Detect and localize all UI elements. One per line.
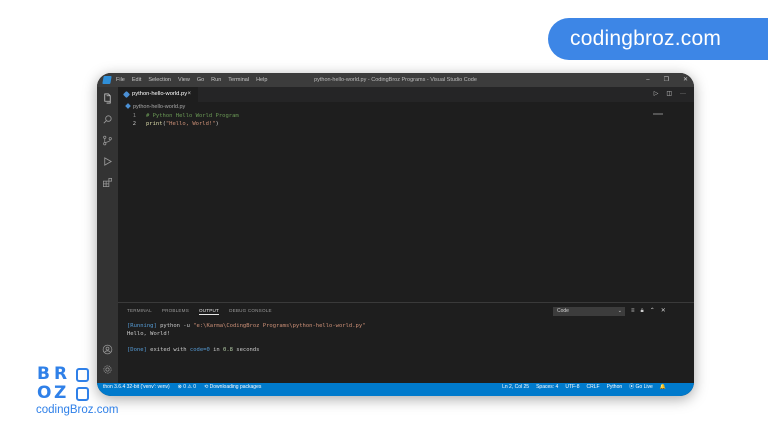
- source-control-icon[interactable]: [102, 135, 113, 146]
- python-file-icon: [122, 90, 131, 99]
- vscode-window: python-hello-world.py - CodingBroz Progr…: [97, 73, 694, 396]
- more-actions-icon[interactable]: ···: [680, 87, 686, 102]
- logo-letter-z: Z: [54, 383, 67, 403]
- notifications-bell-icon[interactable]: 🔔: [660, 383, 666, 391]
- minimize-icon[interactable]: –: [646, 73, 649, 87]
- menu-help[interactable]: Help: [256, 73, 267, 87]
- files-icon[interactable]: [102, 93, 113, 104]
- output-log: [Running] python -u "e:\Karma\CodingBroz…: [127, 322, 365, 354]
- activity-bar: [97, 87, 118, 383]
- done-text: exited with: [146, 347, 190, 353]
- close-icon[interactable]: ✕: [683, 73, 688, 87]
- close-panel-icon[interactable]: ✕: [661, 306, 666, 316]
- tab-label: python-hello-world.py: [132, 91, 188, 97]
- editor-tab-bar: python-hello-world.py × ▷ ◫ ···: [118, 87, 694, 102]
- code-editor[interactable]: 1 # Python Hello World Program 2 print("…: [118, 112, 694, 302]
- tab-terminal[interactable]: TERMINAL: [127, 308, 152, 315]
- exit-code: code=0: [189, 347, 210, 353]
- logo-letter-r: R: [54, 364, 68, 384]
- elapsed-seconds: 0.8: [223, 347, 233, 353]
- done-end: seconds: [232, 347, 260, 353]
- editor-actions: ▷ ◫ ···: [654, 87, 686, 102]
- code-paren-close: ): [215, 121, 219, 127]
- menu-terminal[interactable]: Terminal: [228, 73, 249, 87]
- breadcrumb[interactable]: python-hello-world.py: [118, 102, 694, 112]
- line-number: 1: [132, 113, 136, 119]
- brand-pill: codingbroz.com: [548, 18, 768, 60]
- encoding[interactable]: UTF-8: [565, 383, 579, 391]
- tab-close-icon[interactable]: ×: [187, 87, 191, 102]
- run-command: python -u: [156, 323, 194, 329]
- minimap[interactable]: [653, 113, 663, 115]
- done-tag: [Done]: [127, 347, 147, 353]
- broz-logo: B R O Z: [37, 366, 93, 406]
- menu-bar: File Edit Selection View Go Run Terminal…: [116, 73, 267, 87]
- cursor-position[interactable]: Ln 2, Col 25: [502, 383, 529, 391]
- menu-view[interactable]: View: [178, 73, 190, 87]
- extensions-icon[interactable]: [102, 177, 113, 188]
- search-icon[interactable]: [102, 114, 113, 125]
- tab-output[interactable]: OUTPUT: [198, 308, 220, 315]
- line-number: 2: [132, 121, 136, 127]
- clear-output-icon[interactable]: ≡: [631, 306, 635, 316]
- indentation[interactable]: Spaces: 4: [536, 383, 558, 391]
- menu-file[interactable]: File: [116, 73, 125, 87]
- breadcrumb-file: python-hello-world.py: [133, 104, 186, 110]
- menu-run[interactable]: Run: [211, 73, 221, 87]
- logo-box: [76, 387, 89, 401]
- problems-count[interactable]: ⊗ 0 ⚠ 0: [178, 383, 196, 391]
- chevron-down-icon: ⌄: [617, 308, 622, 314]
- status-left: thon 3.6.4 32-bit ('venv': venv) ⊗ 0 ⚠ 0…: [103, 383, 261, 391]
- language-mode[interactable]: Python: [607, 383, 623, 391]
- python-file-icon: [125, 103, 131, 109]
- title-bar: python-hello-world.py - CodingBroz Progr…: [97, 73, 694, 87]
- go-live-button[interactable]: ⦿ Go Live: [629, 383, 653, 391]
- split-editor-icon[interactable]: ◫: [666, 87, 672, 102]
- lock-scroll-icon[interactable]: 🔒︎: [641, 306, 644, 316]
- output-channel-value: Code: [557, 308, 569, 314]
- output-line: [Running] python -u "e:\Karma\CodingBroz…: [127, 322, 365, 330]
- tab-debug-console[interactable]: DEBUG CONSOLE: [229, 308, 272, 315]
- output-line: [Done] exited with code=0 in 0.8 seconds: [127, 346, 365, 354]
- python-interpreter[interactable]: thon 3.6.4 32-bit ('venv': venv): [103, 383, 170, 391]
- running-tag: [Running]: [127, 323, 157, 329]
- panel-actions: ≡ 🔒︎ ⌃ ✕: [631, 306, 666, 316]
- account-icon[interactable]: [102, 344, 113, 355]
- maximize-panel-icon[interactable]: ⌃: [650, 306, 655, 316]
- run-file-icon[interactable]: ▷: [654, 87, 659, 102]
- output-line-blank: [127, 338, 365, 346]
- output-channel-select[interactable]: Code ⌄: [553, 307, 625, 316]
- window-controls: – ❐ ✕: [646, 73, 688, 87]
- end-of-line[interactable]: CRLF: [587, 383, 600, 391]
- logo-box: [76, 368, 89, 382]
- footer-url: codingBroz.com: [36, 404, 119, 416]
- logo-letter-o: O: [37, 383, 52, 403]
- menu-go[interactable]: Go: [197, 73, 204, 87]
- code-line: 1 # Python Hello World Program: [118, 112, 618, 120]
- code-line: 2 print("Hello, World!"): [118, 120, 618, 128]
- download-status: ⟲ Downloading packages: [204, 384, 262, 390]
- code-string: "Hello, World!": [165, 121, 216, 127]
- menu-edit[interactable]: Edit: [132, 73, 141, 87]
- code-print-statement: print("Hello, World!"): [146, 120, 219, 128]
- status-right: Ln 2, Col 25 Spaces: 4 UTF-8 CRLF Python…: [502, 383, 666, 391]
- output-line: Hello, World!: [127, 331, 171, 337]
- panel-tabs: TERMINAL PROBLEMS OUTPUT DEBUG CONSOLE: [127, 308, 272, 315]
- bottom-panel: TERMINAL PROBLEMS OUTPUT DEBUG CONSOLE C…: [118, 302, 694, 383]
- menu-selection[interactable]: Selection: [148, 73, 171, 87]
- code-comment: # Python Hello World Program: [146, 113, 239, 119]
- code-function: print: [146, 121, 163, 127]
- run-debug-icon[interactable]: [102, 156, 113, 167]
- status-bar: thon 3.6.4 32-bit ('venv': venv) ⊗ 0 ⚠ 0…: [97, 383, 694, 396]
- restore-icon[interactable]: ❐: [664, 73, 669, 87]
- done-in: in: [209, 347, 224, 353]
- tab-problems[interactable]: PROBLEMS: [162, 308, 189, 315]
- logo-letter-b: B: [37, 364, 50, 384]
- run-file-path: "e:\Karma\CodingBroz Programs\python-hel…: [193, 323, 366, 329]
- tab-python-hello-world[interactable]: python-hello-world.py ×: [118, 87, 198, 102]
- settings-gear-icon[interactable]: [102, 364, 113, 375]
